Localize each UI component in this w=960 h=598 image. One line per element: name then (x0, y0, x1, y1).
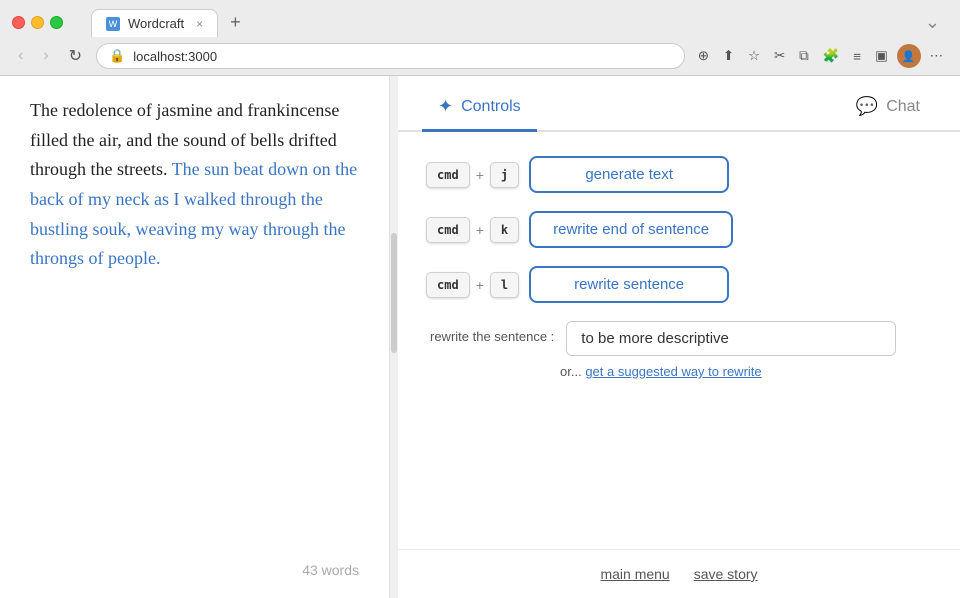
generate-text-button[interactable]: generate text (529, 156, 729, 193)
forward-button[interactable]: › (37, 45, 54, 67)
traffic-lights (12, 16, 63, 29)
kbd-cmd-k: cmd (426, 217, 470, 243)
extensions-icon[interactable]: 🧩 (818, 45, 845, 67)
rewrite-input[interactable] (566, 321, 896, 356)
controls-icon: ✦ (438, 96, 453, 117)
kbd-k: k (490, 217, 519, 243)
control-row-rewrite-end: cmd + k rewrite end of sentence (426, 211, 932, 248)
cut-icon[interactable]: ✂ (769, 45, 790, 67)
suggested-link[interactable]: get a suggested way to rewrite (585, 364, 761, 379)
scrollbar-thumb[interactable] (391, 233, 397, 353)
chat-icon: 💬 (856, 96, 878, 117)
controls-footer: main menu save story (398, 549, 960, 598)
browser-chrome: W Wordcraft × + ⌄ ‹ › ↻ 🔒 localhost:3000… (0, 0, 960, 76)
plus-j: + (476, 167, 484, 183)
plus-k: + (476, 222, 484, 238)
kbd-group-j: cmd + j (426, 162, 519, 188)
controls-content: cmd + j generate text cmd + k rewrite en… (398, 132, 960, 549)
editor-text[interactable]: The redolence of jasmine and frankincens… (30, 96, 359, 546)
rewrite-end-button[interactable]: rewrite end of sentence (529, 211, 733, 248)
tab-controls[interactable]: ✦ Controls (422, 88, 537, 132)
main-content: The redolence of jasmine and frankincens… (0, 76, 960, 598)
window-controls-icon[interactable]: ⌄ (917, 8, 948, 37)
maximize-button[interactable] (50, 16, 63, 29)
control-row-rewrite: cmd + l rewrite sentence (426, 266, 932, 303)
minimize-button[interactable] (31, 16, 44, 29)
kbd-cmd-l: cmd (426, 272, 470, 298)
kbd-cmd-j: cmd (426, 162, 470, 188)
kbd-group-k: cmd + k (426, 217, 519, 243)
controls-pane: ✦ Controls 💬 Chat cmd + j generate text (398, 76, 960, 598)
control-row-generate: cmd + j generate text (426, 156, 932, 193)
tab-favicon: W (106, 17, 120, 31)
suggested-prefix: or... (560, 364, 582, 379)
tab-chat-label: Chat (886, 98, 920, 116)
bookmark-icon[interactable]: ☆ (743, 45, 765, 67)
active-tab[interactable]: W Wordcraft × (91, 9, 218, 37)
rewrite-label-row: rewrite the sentence : (430, 321, 932, 356)
secure-icon: 🔒 (109, 48, 125, 64)
suggested-link-row: or... get a suggested way to rewrite (560, 364, 932, 379)
tab-title: Wordcraft (128, 16, 184, 31)
reader-icon[interactable]: ≡ (848, 46, 866, 67)
pane-tabs: ✦ Controls 💬 Chat (398, 76, 960, 132)
zoom-icon[interactable]: ⊕ (693, 45, 714, 67)
avatar[interactable]: 👤 (897, 44, 921, 68)
nav-bar: ‹ › ↻ 🔒 localhost:3000 ⊕ ⬆ ☆ ✂ ⧉ 🧩 ≡ ▣ 👤… (0, 37, 960, 75)
rewrite-label: rewrite the sentence : (430, 321, 554, 344)
tab-close-icon[interactable]: × (196, 17, 203, 31)
copy-icon[interactable]: ⧉ (794, 45, 814, 67)
scrollbar-area[interactable] (390, 76, 398, 598)
save-story-button[interactable]: save story (694, 566, 758, 582)
word-count: 43 words (30, 562, 359, 578)
tab-controls-label: Controls (461, 98, 521, 116)
plus-l: + (476, 277, 484, 293)
new-tab-button[interactable]: + (222, 8, 249, 37)
main-menu-button[interactable]: main menu (600, 566, 669, 582)
nav-tools: ⊕ ⬆ ☆ ✂ ⧉ 🧩 ≡ ▣ 👤 ⋯ (693, 44, 948, 68)
editor-pane: The redolence of jasmine and frankincens… (0, 76, 390, 598)
kbd-l: l (490, 272, 519, 298)
back-button[interactable]: ‹ (12, 45, 29, 67)
refresh-button[interactable]: ↻ (63, 44, 88, 68)
rewrite-sentence-button[interactable]: rewrite sentence (529, 266, 729, 303)
menu-icon[interactable]: ⋯ (925, 45, 948, 67)
rewrite-section: rewrite the sentence : or... get a sugge… (430, 321, 932, 379)
tab-chat[interactable]: 💬 Chat (840, 88, 936, 132)
tab-bar: W Wordcraft × + (91, 8, 249, 37)
share-icon[interactable]: ⬆ (718, 45, 739, 67)
title-bar: W Wordcraft × + ⌄ (0, 0, 960, 37)
sidebar-icon[interactable]: ▣ (870, 45, 893, 67)
url-bar[interactable]: 🔒 localhost:3000 (96, 43, 685, 69)
kbd-j: j (490, 162, 519, 188)
url-text: localhost:3000 (133, 49, 217, 64)
kbd-group-l: cmd + l (426, 272, 519, 298)
close-button[interactable] (12, 16, 25, 29)
